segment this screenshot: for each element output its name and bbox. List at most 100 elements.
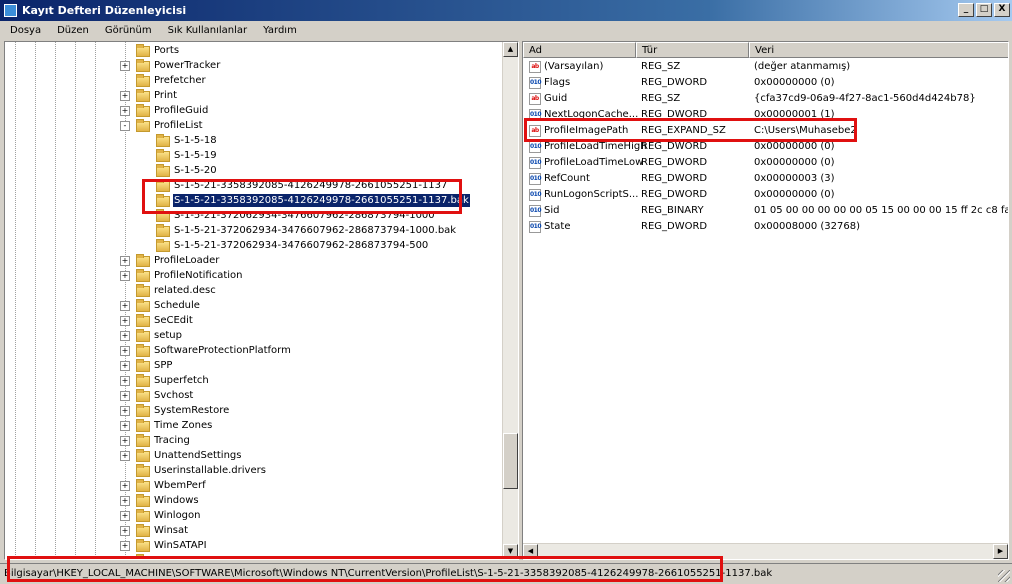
expand-plus-icon[interactable]: +: [120, 481, 130, 491]
value-type: REG_DWORD: [641, 109, 708, 120]
expand-plus-icon[interactable]: +: [120, 406, 130, 416]
menu-view[interactable]: Görünüm: [95, 22, 158, 40]
expand-plus-icon[interactable]: +: [120, 301, 130, 311]
tree-item-label: Userinstallable.drivers: [154, 465, 266, 476]
scroll-thumb[interactable]: [503, 433, 518, 489]
tree-item-label: Time Zones: [154, 420, 213, 431]
tree-item-label: S-1-5-21-372062934-3476607962-286873794-…: [174, 210, 435, 221]
menu-edit[interactable]: Düzen: [47, 22, 95, 40]
column-header-name[interactable]: Ad: [523, 42, 636, 58]
column-header-type[interactable]: Tür: [636, 42, 749, 58]
tree-vertical-scrollbar[interactable]: ▲ ▼: [502, 42, 518, 559]
tree-item-label: ProfileList: [154, 120, 203, 131]
scroll-up-icon[interactable]: ▲: [503, 42, 518, 57]
key-tree-pane[interactable]: Ports + PowerTracker Prefetcher + Print + Profi…: [4, 41, 519, 560]
value-row[interactable]: 010 Flags REG_DWORD 0x00000000 (0): [523, 75, 1008, 91]
column-header-data[interactable]: Veri: [749, 42, 1008, 58]
value-row[interactable]: 010 NextLogonCache... REG_DWORD 0x00000001 …: [523, 107, 1008, 123]
binary-value-icon: 010: [529, 173, 542, 185]
value-row[interactable]: ab Guid REG_SZ {cfa37cd9-06a9-4f27-8ac1-560…: [523, 91, 1008, 107]
expand-plus-icon[interactable]: +: [120, 376, 130, 386]
folder-icon: [136, 524, 150, 537]
value-type: REG_EXPAND_SZ: [641, 125, 726, 136]
tree-item-label: ProfileLoader: [154, 255, 220, 266]
folder-icon: [136, 389, 150, 402]
expand-plus-icon[interactable]: +: [120, 331, 130, 341]
values-pane[interactable]: Ad Tür Veri ab (Varsayılan) REG_SZ (değer a…: [522, 41, 1009, 560]
folder-icon: [156, 194, 170, 207]
folder-icon: [136, 359, 150, 372]
tree-item-label: related.desc: [154, 285, 216, 296]
value-row[interactable]: 010 ProfileLoadTimeLow REG_DWORD 0x00000000…: [523, 155, 1008, 171]
expand-plus-icon[interactable]: +: [120, 436, 130, 446]
values-horizontal-scrollbar[interactable]: ◀ ▶: [523, 543, 1008, 559]
scroll-left-icon[interactable]: ◀: [523, 544, 538, 559]
resize-grip-icon[interactable]: [998, 570, 1010, 582]
minimize-button[interactable]: _: [958, 3, 974, 17]
tree-item-label: Tracing: [154, 435, 190, 446]
value-type: REG_DWORD: [641, 221, 708, 232]
menu-favorites[interactable]: Sık Kullanılanlar: [158, 22, 254, 40]
expand-plus-icon[interactable]: +: [120, 346, 130, 356]
value-row[interactable]: 010 Sid REG_BINARY 01 05 00 00 00 00 00 05 …: [523, 203, 1008, 219]
tree-item-label: Ports: [154, 45, 180, 56]
value-row[interactable]: ab (Varsayılan) REG_SZ (değer atanmamış): [523, 59, 1008, 75]
tree-item-label: SeCEdit: [154, 315, 193, 326]
expand-plus-icon[interactable]: +: [120, 361, 130, 371]
expand-plus-icon[interactable]: +: [120, 556, 130, 559]
folder-icon: [136, 509, 150, 522]
folder-icon: [156, 209, 170, 222]
maximize-button[interactable]: □: [976, 3, 992, 17]
value-name: RefCount: [544, 173, 590, 184]
value-name: NextLogonCache...: [544, 109, 639, 120]
value-row[interactable]: 010 RefCount REG_DWORD 0x00000003 (3): [523, 171, 1008, 187]
folder-icon: [156, 134, 170, 147]
value-data: 0x00008000 (32768): [754, 221, 860, 232]
value-data: C:\Users\Muhasebe2: [754, 125, 857, 136]
value-data: 0x00000003 (3): [754, 173, 835, 184]
collapse-minus-icon[interactable]: -: [120, 121, 130, 131]
value-type: REG_DWORD: [641, 189, 708, 200]
value-row[interactable]: 010 State REG_DWORD 0x00008000 (32768): [523, 219, 1008, 235]
expand-plus-icon[interactable]: +: [120, 271, 130, 281]
binary-value-icon: 010: [529, 109, 542, 121]
tree-guide-line: [15, 42, 16, 559]
menu-file[interactable]: Dosya: [0, 22, 47, 40]
tree-item-label: Superfetch: [154, 375, 209, 386]
folder-icon: [136, 449, 150, 462]
expand-plus-icon[interactable]: +: [120, 541, 130, 551]
expand-plus-icon[interactable]: +: [120, 496, 130, 506]
folder-icon: [156, 179, 170, 192]
folder-icon: [136, 479, 150, 492]
folder-icon: [136, 404, 150, 417]
folder-icon: [136, 119, 150, 132]
expand-plus-icon[interactable]: +: [120, 391, 130, 401]
value-name: ProfileLoadTimeLow: [544, 157, 644, 168]
expand-plus-icon[interactable]: +: [120, 256, 130, 266]
menu-help[interactable]: Yardım: [253, 22, 303, 40]
expand-plus-icon[interactable]: +: [120, 106, 130, 116]
value-row[interactable]: 010 ProfileLoadTimeHigh REG_DWORD 0x0000000…: [523, 139, 1008, 155]
value-row[interactable]: ab ProfileImagePath REG_EXPAND_SZ C:\Users\…: [523, 123, 1008, 139]
close-button[interactable]: X: [994, 3, 1010, 17]
tree-item-label: WinSATAPI: [154, 540, 207, 551]
expand-plus-icon[interactable]: +: [120, 61, 130, 71]
folder-icon: [136, 464, 150, 477]
value-type: REG_DWORD: [641, 157, 708, 168]
expand-plus-icon[interactable]: +: [120, 91, 130, 101]
expand-plus-icon[interactable]: +: [120, 511, 130, 521]
window-controls: _ □ X: [958, 3, 1010, 17]
title-bar[interactable]: Kayıt Defteri Düzenleyicisi _ □ X: [0, 0, 1012, 21]
scroll-down-icon[interactable]: ▼: [503, 544, 518, 559]
expand-plus-icon[interactable]: +: [120, 421, 130, 431]
expand-plus-icon[interactable]: +: [120, 316, 130, 326]
folder-icon: [136, 419, 150, 432]
value-data: {cfa37cd9-06a9-4f27-8ac1-560d4d424b78}: [754, 93, 976, 104]
tree-item-label: Winlogon: [154, 510, 201, 521]
value-row[interactable]: 010 RunLogonScriptS... REG_DWORD 0x00000000…: [523, 187, 1008, 203]
value-data: 0x00000000 (0): [754, 189, 835, 200]
binary-value-icon: 010: [529, 189, 542, 201]
expand-plus-icon[interactable]: +: [120, 451, 130, 461]
scroll-right-icon[interactable]: ▶: [993, 544, 1008, 559]
expand-plus-icon[interactable]: +: [120, 526, 130, 536]
